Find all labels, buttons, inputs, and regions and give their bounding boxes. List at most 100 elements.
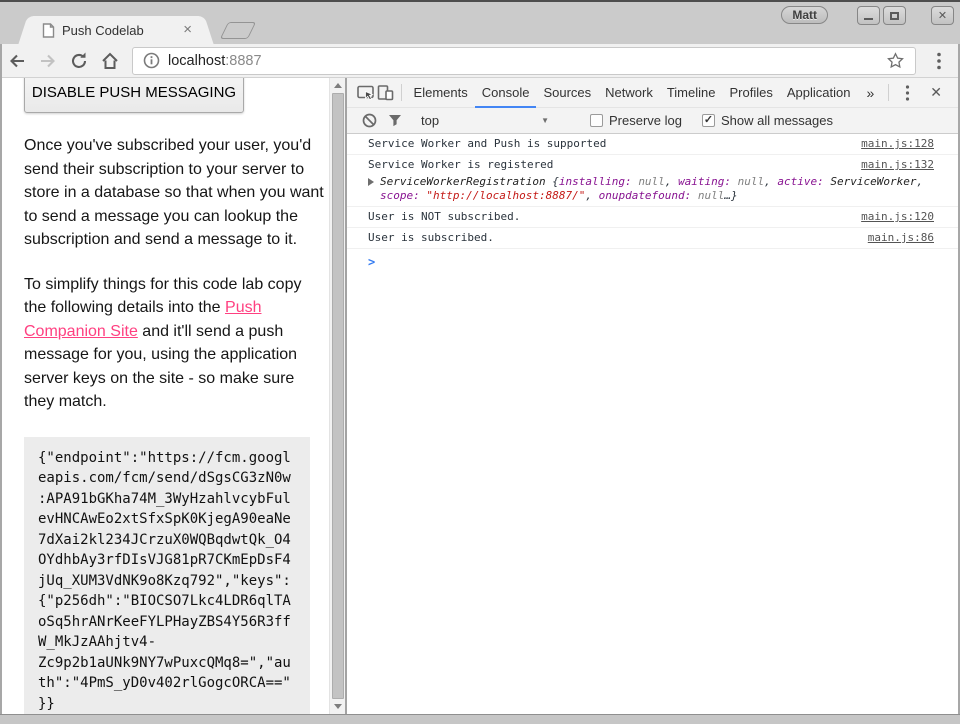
browser-tab[interactable]: Push Codelab × [32,16,200,44]
home-button[interactable] [96,47,124,75]
close-icon: ✕ [938,9,947,22]
maximize-icon [890,12,899,20]
address-bar[interactable]: localhost:8887 [132,47,916,75]
expand-triangle-icon[interactable] [368,178,374,186]
token-plain: , [665,175,678,188]
token-name: installing: [559,175,632,188]
page-scrollbar[interactable] [329,78,345,714]
disable-push-button[interactable]: DISABLE PUSH MESSAGING [24,78,244,113]
checkbox-icon [590,114,603,127]
chevron-down-icon: ▼ [541,116,549,125]
toolbar-separator [888,84,889,101]
token-name: scope: [380,189,420,202]
arrow-up-icon [334,83,342,88]
console-message-row: Service Worker is registered main.js:132 [347,155,960,175]
source-location-link[interactable]: main.js:128 [861,137,934,151]
window-border-bottom [0,714,960,724]
source-location-link[interactable]: main.js:132 [861,158,934,172]
console-message-text: User is NOT subscribed. [368,210,847,224]
devtools-tabs: ElementsConsoleSourcesNetworkTimelinePro… [407,78,858,107]
window-titlebar: Push Codelab × Matt ✕ [0,0,960,44]
toolbar-separator [401,84,402,101]
scroll-down-button[interactable] [330,699,345,714]
devtools-tab-console[interactable]: Console [475,78,537,108]
devtools-tab-sources[interactable]: Sources [536,78,598,108]
browser-toolbar: localhost:8887 [0,44,960,78]
tab-title: Push Codelab [62,23,183,38]
browser-menu-button[interactable] [924,47,954,75]
devtools-panel: ElementsConsoleSourcesNetworkTimelinePro… [347,78,960,714]
window-maximize-button[interactable] [883,6,906,25]
device-toolbar-button[interactable] [375,80,395,106]
bookmark-star-button[interactable] [886,51,905,70]
window-minimize-button[interactable] [857,6,880,25]
token-null: null [698,189,725,202]
show-all-messages-checkbox[interactable]: ✓ Show all messages [702,113,833,128]
forward-icon [38,51,58,71]
kebab-menu-icon [936,52,942,70]
console-message-text: Service Worker is registered [368,158,847,172]
context-label: top [421,113,541,128]
scrollbar-thumb[interactable] [332,93,344,699]
device-toolbar-icon [376,83,395,102]
token-string: "http://localhost:8887/" [426,189,585,202]
page-paragraph-1: Once you've subscribed your user, you'd … [24,134,325,252]
devtools-tab-application[interactable]: Application [780,78,858,108]
back-button[interactable] [3,47,31,75]
console-message-text: User is subscribed. [368,231,854,245]
devtools-tab-network[interactable]: Network [598,78,660,108]
console-prompt[interactable]: > [347,249,960,269]
clear-console-button[interactable] [356,108,382,134]
scroll-up-button[interactable] [330,78,345,93]
token-class: ServiceWorker [830,175,916,188]
window-border-left [0,44,2,724]
window-close-button[interactable]: ✕ [931,6,954,25]
checkbox-icon: ✓ [702,114,715,127]
subscription-json-block: {"endpoint":"https://fcm.googl eapis.com… [24,437,310,715]
token-null: null [738,175,765,188]
object-preview[interactable]: ServiceWorkerRegistration {installing: n… [347,175,960,206]
inspect-element-button[interactable] [355,80,375,106]
devtools-menu-button[interactable] [894,80,920,106]
forward-button[interactable] [34,47,62,75]
preserve-log-checkbox[interactable]: Preserve log [590,113,682,128]
more-tabs-button[interactable]: » [857,85,883,101]
token-plain: , [764,175,777,188]
token-plain [691,189,698,202]
token-plain: { [546,175,559,188]
token-name: waiting: [678,175,731,188]
execution-context-select[interactable]: top ▼ [421,113,549,128]
window-profile-button[interactable]: Matt [781,6,828,24]
devtools-tab-profiles[interactable]: Profiles [722,78,779,108]
page-paragraph-2: To simplify things for this code lab cop… [24,273,325,414]
new-tab-button[interactable] [220,22,256,39]
token-plain [731,175,738,188]
source-location-link[interactable]: main.js:86 [868,231,934,245]
console-message-row: User is subscribed. main.js:86 [347,228,960,249]
devtools-close-button[interactable]: ✕ [920,84,952,101]
token-plain: , [917,175,924,188]
inspect-cursor-icon [356,83,375,102]
reload-button[interactable] [65,47,93,75]
devtools-tab-timeline[interactable]: Timeline [660,78,723,108]
reload-icon [69,51,89,71]
console-message-row: Service Worker and Push is supportedmain… [347,134,960,155]
block-icon [362,113,377,128]
token-plain: …} [724,189,737,202]
minimize-icon [864,18,873,20]
filter-button[interactable] [382,108,408,134]
devtools-tab-elements[interactable]: Elements [407,78,475,108]
back-icon [7,51,27,71]
home-icon [100,51,120,71]
token-class: ServiceWorkerRegistration [380,175,546,188]
token-null: null [638,175,665,188]
source-location-link[interactable]: main.js:120 [861,210,934,224]
url-text: localhost:8887 [168,53,262,69]
page-favicon-icon [42,23,55,38]
web-page-panel: DISABLE PUSH MESSAGING Once you've subsc… [0,78,347,714]
star-icon [886,51,905,70]
tab-close-icon[interactable]: × [183,23,192,37]
console-toolbar: top ▼ Preserve log ✓ Show all messages [347,108,960,134]
token-plain: , [585,189,598,202]
funnel-icon [388,114,402,127]
